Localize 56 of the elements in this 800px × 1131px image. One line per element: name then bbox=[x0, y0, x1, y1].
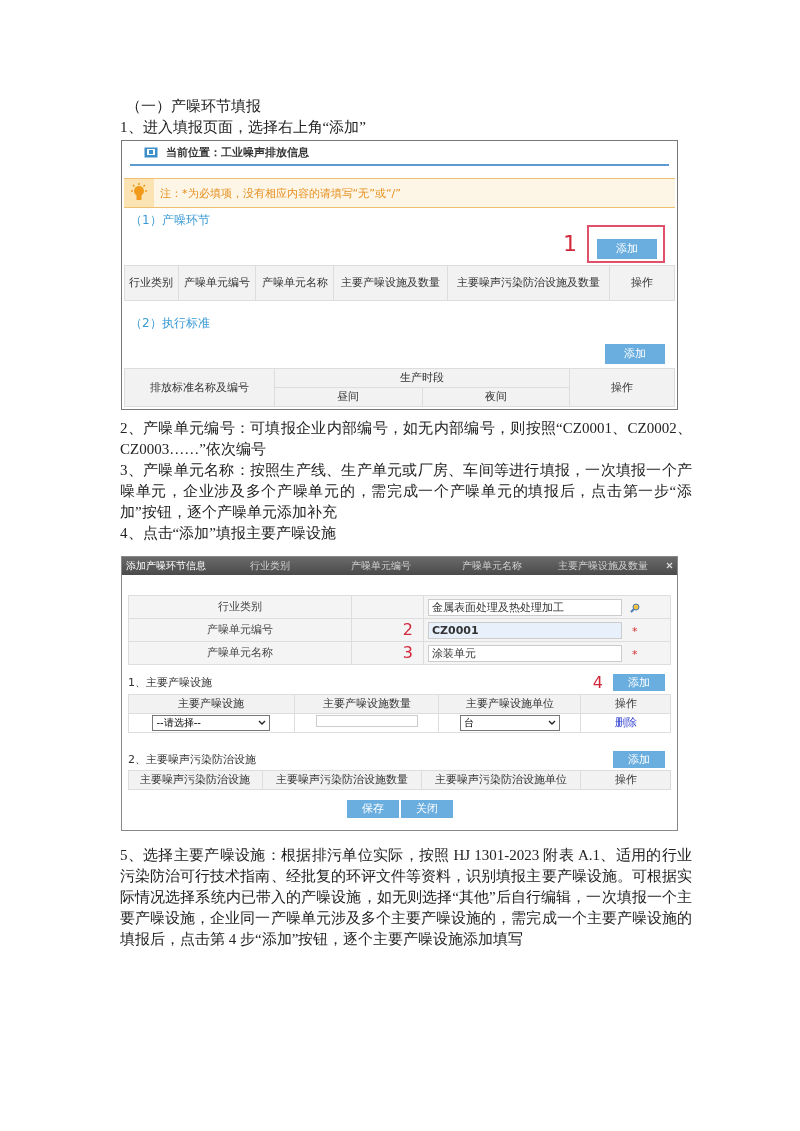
column-header: 行业类别 bbox=[248, 558, 291, 573]
book-icon bbox=[144, 147, 158, 158]
column-header: 行业类别 bbox=[124, 265, 179, 300]
column-header: 主要产噪设施及数量 bbox=[556, 558, 649, 573]
column-header: 排放标准名称及编号 bbox=[124, 368, 275, 406]
caret-icon bbox=[547, 719, 556, 726]
column-header: 生产时段 bbox=[274, 368, 570, 387]
input-field[interactable]: 金属表面处理及热处理加工 bbox=[428, 599, 622, 616]
input-field[interactable]: 涂装单元 bbox=[428, 645, 622, 662]
notice-text: 注：*为必填项，没有相应内容的请填写“无”或“/” bbox=[160, 185, 401, 201]
column-header: 产噪单元编号 bbox=[178, 265, 256, 300]
unit-select[interactable]: 台 bbox=[459, 714, 560, 731]
column-header: 主要噪声污染防治设施 bbox=[128, 770, 263, 789]
instruction-paragraph: 4、点击“添加”填报主要产噪设施 bbox=[120, 523, 337, 543]
column-header: 操作 bbox=[609, 265, 675, 300]
column-header: 主要产噪设施数量 bbox=[294, 694, 439, 713]
column-header: 主要噪声污染防治设施单位 bbox=[421, 770, 581, 789]
instruction-paragraph: 2、产噪单元编号：可填报企业内部编号，如无内部编号，则按照“CZ0001、CZ0002、CZ0003……”依次编号 bbox=[120, 418, 692, 459]
instruction-paragraph: 3、产噪单元名称：按照生产线、生产单元或厂房、车间等进行填报，一次填报一个产噪单元，企业涉及多个产噪单元的，需完成一个产噪单元的填报后，点击第一步“添加”按钮，逐个产噪单元添加补充 bbox=[120, 460, 692, 522]
section-title: （2）执行标准 bbox=[129, 314, 211, 332]
section-heading: （一）产噪环节填报 bbox=[125, 97, 262, 116]
column-header: 主要噪声污染防治设施数量 bbox=[262, 770, 422, 789]
column-header: 产噪单元名称 bbox=[460, 558, 523, 573]
step-marker: 3 bbox=[402, 643, 413, 662]
section-title: 1、主要产噪设施 bbox=[128, 674, 212, 690]
column-header: 主要产噪设施及数量 bbox=[333, 265, 448, 300]
column-header: 操作 bbox=[569, 368, 675, 406]
search-icon[interactable] bbox=[630, 602, 640, 613]
close-icon[interactable] bbox=[666, 562, 673, 569]
required-mark: * bbox=[632, 625, 638, 638]
instruction-paragraph: 5、选择主要产噪设施：根据排污单位实际，按照 HJ 1301-2023 附表 A.1、适用的行业污染防治可行技术指南、经批复的环评文件等资料，识别填报主要产噪设施。可根据实际情况选择系统内已带入的产噪设施，如无则选择“其他”后自行编辑，一次填报一个主要产噪设施，企业同一产噪单元涉及多个主要产噪设施的，需完成一个主要产噪设施的填报后，点击第 4 步“添加”按钮，逐个主要产噪设施添加填写 bbox=[120, 845, 692, 949]
step-marker: 2 bbox=[402, 620, 413, 639]
section-title: 2、主要噪声污染防治设施 bbox=[128, 751, 256, 767]
input-field[interactable]: CZ0001 bbox=[428, 622, 622, 639]
lightbulb-icon bbox=[130, 183, 148, 203]
column-header: 产噪单元编号 bbox=[349, 558, 412, 573]
field-label: 行业类别 bbox=[128, 595, 352, 618]
delete-link[interactable]: 删除 bbox=[614, 716, 637, 729]
field-label: 产噪单元编号 bbox=[128, 618, 352, 641]
caret-icon bbox=[258, 719, 267, 726]
column-header: 主要噪声污染防治设施及数量 bbox=[447, 265, 610, 300]
facility-select[interactable]: --请选择-- bbox=[152, 714, 271, 731]
field-label: 产噪单元名称 bbox=[128, 641, 352, 664]
required-mark: * bbox=[632, 648, 638, 661]
column-header: 主要产噪设施单位 bbox=[438, 694, 581, 713]
column-header: 操作 bbox=[580, 694, 671, 713]
step-text: 1、进入填报页面，选择右上角“添加” bbox=[120, 118, 367, 137]
column-header: 产噪单元名称 bbox=[255, 265, 334, 300]
quantity-input[interactable] bbox=[315, 715, 418, 727]
column-header: 操作 bbox=[580, 770, 671, 789]
step-marker: 1 bbox=[563, 231, 577, 257]
dialog-title: 添加产噪环节信息 bbox=[126, 558, 206, 573]
column-header: 主要产噪设施 bbox=[128, 694, 295, 713]
step-marker: 4 bbox=[592, 672, 603, 692]
section-title: （1）产噪环节 bbox=[129, 212, 211, 229]
location-text: 当前位置：工业噪声排放信息 bbox=[166, 145, 309, 160]
